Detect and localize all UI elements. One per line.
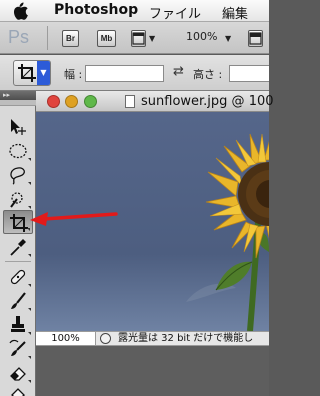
- tool-separator: [5, 261, 31, 262]
- tools-panel: ▸▸: [0, 91, 36, 396]
- divider: [47, 26, 48, 50]
- tools-panel-grip[interactable]: [0, 100, 36, 106]
- paint-bucket-tool[interactable]: [3, 384, 33, 396]
- file-menu[interactable]: ファイル: [149, 3, 201, 22]
- history-brush-icon: [9, 339, 26, 356]
- eyedropper-tool[interactable]: [3, 235, 33, 259]
- status-bar: 100% 露光量は 32 bit だけで機能し: [36, 331, 269, 346]
- edit-menu[interactable]: 編集: [222, 3, 248, 22]
- zoom-window-button[interactable]: [84, 95, 97, 108]
- document-icon: [125, 95, 135, 108]
- stamp-icon: [11, 316, 25, 332]
- move-icon: [11, 119, 26, 135]
- mini-bridge-button[interactable]: Mb: [97, 30, 116, 47]
- clone-stamp-tool[interactable]: [3, 313, 33, 337]
- brush-icon: [11, 292, 26, 309]
- bandage-icon: [10, 269, 26, 285]
- grid-view-icon: [132, 32, 145, 45]
- marquee-tool[interactable]: [3, 139, 33, 163]
- extras-button[interactable]: [131, 30, 146, 47]
- move-tool[interactable]: [3, 115, 33, 139]
- height-label: 高さ :: [193, 68, 223, 81]
- zoom-level[interactable]: 100%: [186, 30, 217, 43]
- status-clock-icon[interactable]: [100, 333, 111, 344]
- pasteboard: [36, 346, 269, 396]
- options-bar: ▼ 幅 : ⇄ 高さ :: [0, 55, 269, 91]
- bridge-button[interactable]: Br: [62, 30, 79, 47]
- application-bar: Ps Br Mb ▼ 100% ▼: [0, 22, 269, 54]
- minimize-window-button[interactable]: [65, 95, 78, 108]
- photoshop-logo: Ps: [8, 27, 30, 47]
- document-title: sunflower.jpg @ 100: [141, 94, 274, 109]
- crop-tool[interactable]: [3, 210, 33, 234]
- document-window: sunflower.jpg @ 100 100% 露光量は 32 bit だけで…: [36, 91, 274, 396]
- crop-icon: [18, 64, 36, 82]
- tool-preset-picker[interactable]: ▼: [13, 60, 51, 86]
- image-canvas[interactable]: [36, 112, 269, 331]
- height-field[interactable]: [229, 65, 269, 82]
- brush-tool[interactable]: [3, 289, 33, 313]
- sunflower-photo: [36, 112, 269, 331]
- history-brush-tool[interactable]: [3, 337, 33, 361]
- ellipse-marquee-icon: [9, 143, 27, 159]
- eraser-icon: [10, 367, 26, 381]
- healing-brush-tool[interactable]: [3, 265, 33, 289]
- width-field[interactable]: [85, 65, 164, 82]
- close-window-button[interactable]: [47, 95, 60, 108]
- app-menu[interactable]: Photoshop: [54, 2, 138, 18]
- swap-dimensions-icon[interactable]: ⇄: [173, 64, 184, 79]
- arrange-documents-button[interactable]: [248, 30, 263, 47]
- tools-panel-collapse-icon[interactable]: ▸▸: [0, 91, 36, 100]
- crop-icon: [10, 214, 28, 232]
- quick-selection-tool[interactable]: [3, 187, 33, 211]
- eraser-tool[interactable]: [3, 361, 33, 385]
- document-title-bar[interactable]: sunflower.jpg @ 100: [36, 91, 274, 112]
- preset-dropdown-icon[interactable]: ▼: [37, 61, 50, 85]
- zoom-dropdown-icon[interactable]: ▼: [225, 34, 231, 43]
- arrange-icon: [249, 32, 262, 45]
- extras-dropdown-icon[interactable]: ▼: [149, 34, 155, 43]
- menu-bar: Photoshop ファイル 編集: [0, 0, 269, 22]
- width-label: 幅 :: [64, 68, 83, 81]
- paint-bucket-icon: [11, 388, 25, 396]
- lasso-tool[interactable]: [3, 163, 33, 187]
- eyedropper-icon: [10, 239, 26, 256]
- apple-menu-icon[interactable]: [11, 1, 29, 21]
- quick-selection-icon: [10, 192, 23, 208]
- status-info-text: 露光量は 32 bit だけで機能し: [118, 333, 254, 344]
- status-zoom-field[interactable]: 100%: [36, 332, 96, 345]
- lasso-icon: [10, 167, 25, 185]
